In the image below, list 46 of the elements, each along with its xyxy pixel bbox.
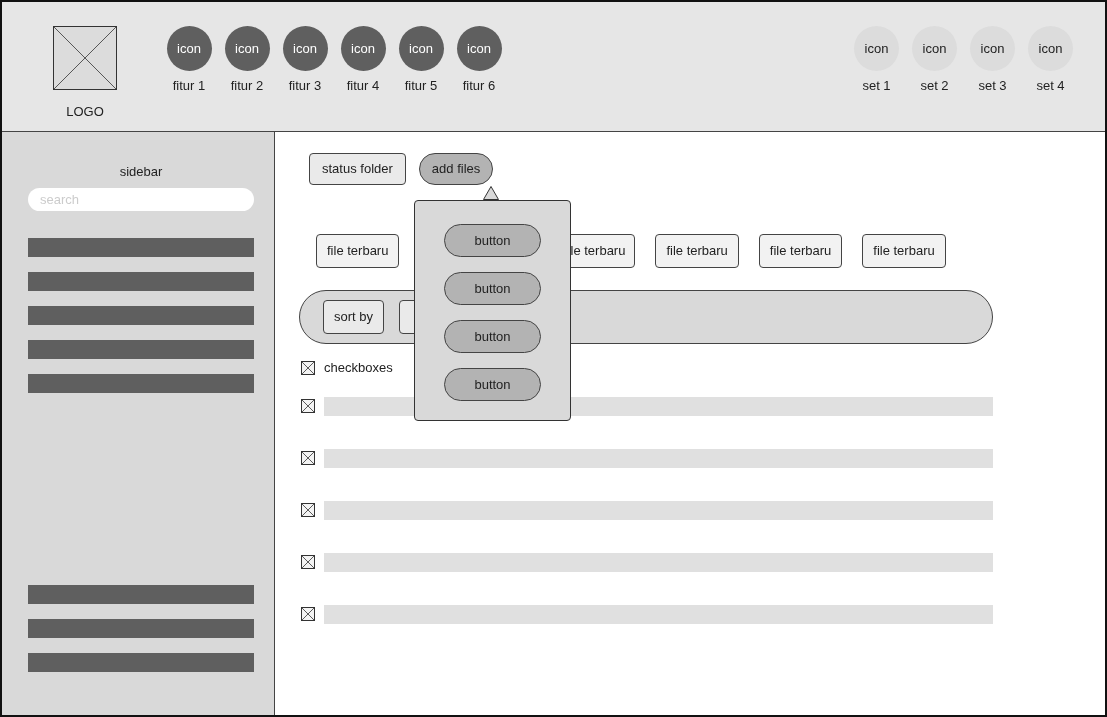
checkbox-icon[interactable]	[301, 607, 315, 621]
setting-icon-button[interactable]: icon	[854, 26, 899, 71]
setting-label: set 2	[920, 77, 949, 95]
popup-button[interactable]: button	[444, 368, 541, 401]
sidebar-item[interactable]	[28, 271, 254, 291]
feature-label: fitur 4	[346, 77, 380, 95]
file-button[interactable]: file terbaru	[655, 234, 739, 268]
sidebar-item[interactable]	[28, 305, 254, 325]
feature-icon-button[interactable]: icon	[166, 26, 212, 71]
checkbox-icon[interactable]	[301, 451, 315, 465]
file-button[interactable]: file terbaru	[862, 234, 946, 268]
feature-label: fitur 3	[288, 77, 322, 95]
feature-label: fitur 6	[462, 77, 496, 95]
checkboxes-label: checkboxes	[324, 359, 393, 377]
sidebar-title: sidebar	[118, 163, 164, 181]
feature-icon-button[interactable]: icon	[398, 26, 444, 71]
setting-label: set 1	[862, 77, 891, 95]
file-button[interactable]: file terbaru	[758, 234, 843, 268]
checkbox-icon[interactable]	[301, 555, 315, 569]
checkbox-icon[interactable]	[301, 503, 315, 517]
logo-text: LOGO	[66, 103, 104, 121]
logo-placeholder-icon	[53, 26, 117, 90]
feature-icon-button[interactable]: icon	[224, 26, 270, 71]
checkbox-icon[interactable]	[301, 399, 315, 413]
sidebar-item[interactable]	[28, 373, 254, 393]
checkbox-icon[interactable]	[301, 360, 315, 375]
setting-icon-button[interactable]: icon	[970, 26, 1015, 71]
feature-icon-button[interactable]: icon	[282, 26, 328, 71]
sidebar-item[interactable]	[28, 237, 254, 257]
popup-button[interactable]: button	[444, 320, 541, 353]
feature-icon-button[interactable]: icon	[340, 26, 386, 71]
add-files-button[interactable]: add files	[418, 153, 494, 185]
file-button[interactable]: file terbaru	[316, 234, 400, 268]
status-folder-button[interactable]: status folder	[309, 153, 406, 185]
setting-icon-button[interactable]: icon	[1028, 26, 1073, 71]
sidebar-item[interactable]	[28, 339, 254, 359]
setting-label: set 3	[978, 77, 1007, 95]
feature-icon-button[interactable]: icon	[456, 26, 502, 71]
setting-icon-button[interactable]: icon	[912, 26, 957, 71]
feature-label: fitur 5	[404, 77, 438, 95]
sort-button[interactable]: sort by	[323, 300, 384, 334]
feature-label: fitur 1	[172, 77, 206, 95]
popup-button[interactable]: button	[444, 272, 541, 305]
popup-button[interactable]: button	[444, 224, 541, 257]
feature-label: fitur 2	[230, 77, 264, 95]
setting-label: set 4	[1036, 77, 1065, 95]
